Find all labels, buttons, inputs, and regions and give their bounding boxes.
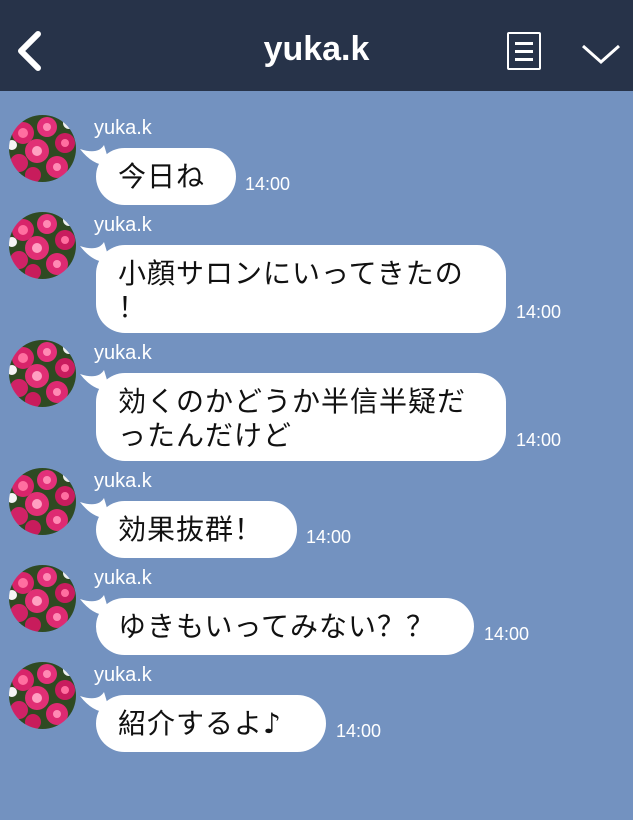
message-text-line: 効くのかどうか半信半疑だ: [118, 385, 467, 418]
sender-name: yuka.k: [94, 664, 152, 686]
message-time: 14:00: [516, 302, 562, 322]
avatar[interactable]: [9, 565, 76, 632]
message-bubble[interactable]: 効果抜群！: [96, 501, 297, 558]
chat-header: yuka.k: [0, 0, 633, 91]
message-text-line: ！: [118, 291, 148, 324]
message-bubble[interactable]: ゆきもいってみない？？: [96, 598, 474, 655]
avatar[interactable]: [9, 115, 76, 182]
message-text: 紹介するよ♪: [118, 707, 282, 740]
avatar[interactable]: [9, 468, 76, 535]
message-bubble[interactable]: 今日ね: [96, 148, 236, 205]
avatar[interactable]: [9, 340, 76, 407]
message-text-line: 小顔サロンにいってきたの: [118, 257, 464, 290]
avatar[interactable]: [9, 212, 76, 279]
sender-name: yuka.k: [94, 342, 152, 364]
notes-icon[interactable]: [507, 32, 541, 70]
message-time: 14:00: [516, 430, 562, 450]
sender-name: yuka.k: [94, 470, 152, 492]
sender-name: yuka.k: [94, 214, 152, 236]
avatar[interactable]: [9, 662, 76, 729]
chevron-down-icon[interactable]: [580, 40, 622, 68]
message-bubble[interactable]: 小顔サロンにいってきたの ！: [96, 245, 506, 333]
message-time: 14:00: [306, 527, 352, 547]
message-time: 14:00: [336, 721, 382, 741]
message-text-line: ったんだけど: [118, 419, 293, 452]
message-text: 効果抜群！: [118, 513, 264, 546]
message-text: 今日ね: [118, 160, 206, 193]
sender-name: yuka.k: [94, 567, 152, 589]
message-bubble[interactable]: 紹介するよ♪: [96, 695, 326, 752]
message-bubble[interactable]: 効くのかどうか半信半疑だ ったんだけど: [96, 373, 506, 461]
sender-name: yuka.k: [94, 117, 152, 139]
message-text: ゆきもいってみない？？: [118, 610, 436, 643]
message-time: 14:00: [484, 624, 530, 644]
message-time: 14:00: [245, 174, 291, 194]
